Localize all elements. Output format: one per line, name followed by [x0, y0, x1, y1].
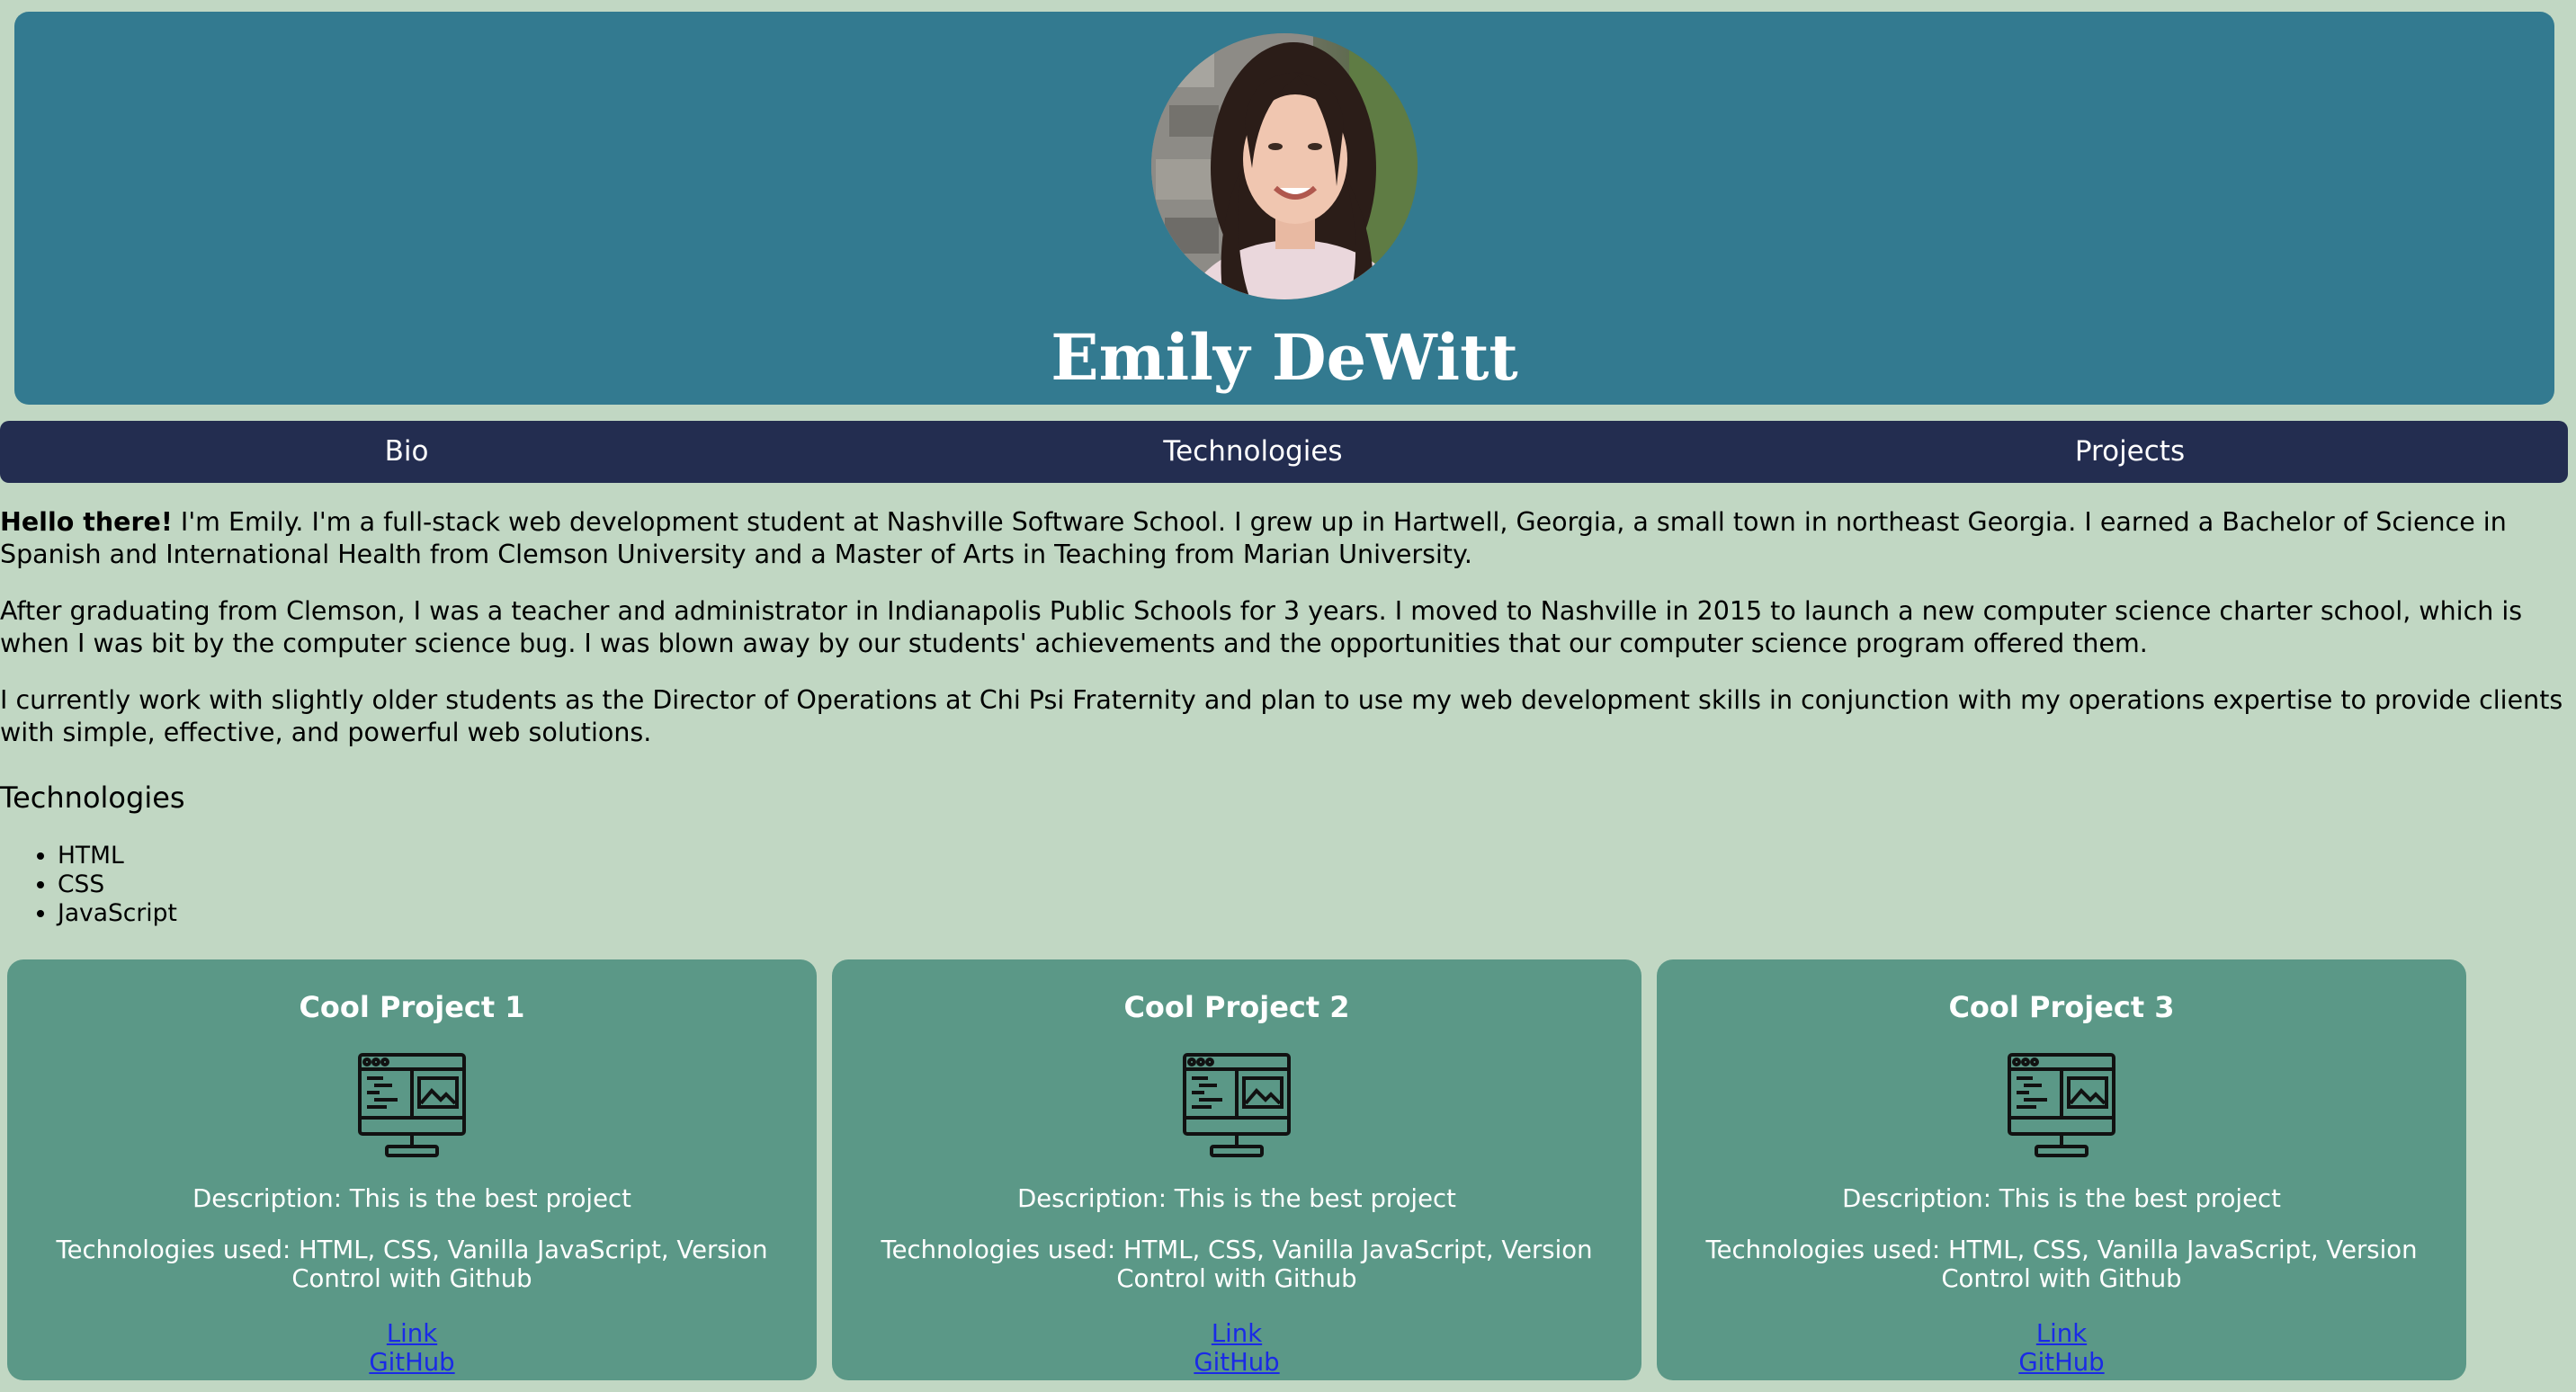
project-description: Description: This is the best project — [192, 1184, 631, 1213]
bio-paragraph-3: I currently work with slightly older stu… — [0, 685, 2563, 747]
computer-monitor-icon — [2008, 1053, 2115, 1157]
project-github-link[interactable]: GitHub — [369, 1348, 454, 1377]
computer-monitor-icon — [358, 1053, 466, 1157]
project-title: Cool Project 1 — [299, 990, 525, 1024]
bio-paragraph-1-text: I'm Emily. I'm a full-stack web developm… — [0, 507, 2507, 569]
project-github-link[interactable]: GitHub — [2018, 1348, 2104, 1377]
technology-item: HTML — [58, 842, 177, 870]
bio-greeting: Hello there! — [0, 507, 173, 537]
technology-item: CSS — [58, 870, 177, 899]
project-card-2: Cool Project 2 Description: This is the … — [832, 959, 1641, 1380]
bio-section: Hello there! I'm Emily. I'm a full-stack… — [0, 506, 2568, 773]
project-technologies: Technologies used: HTML, CSS, Vanilla Ja… — [1705, 1236, 2418, 1293]
computer-monitor-icon — [1183, 1053, 1291, 1157]
project-title: Cool Project 3 — [1948, 990, 2175, 1024]
project-link[interactable]: Link — [1212, 1319, 1262, 1348]
project-card-3: Cool Project 3 Description: This is the … — [1657, 959, 2466, 1380]
nav-link-bio[interactable]: Bio — [385, 421, 429, 483]
project-link[interactable]: Link — [387, 1319, 437, 1348]
main-navigation: Bio Technologies Projects — [0, 421, 2568, 483]
project-description: Description: This is the best project — [1842, 1184, 2281, 1213]
profile-photo — [1151, 33, 1418, 299]
bio-paragraph-1: Hello there! I'm Emily. I'm a full-stack… — [0, 506, 2568, 571]
technology-item: JavaScript — [58, 899, 177, 928]
nav-link-projects[interactable]: Projects — [2075, 421, 2185, 483]
project-card-1: Cool Project 1 Description: This is the … — [7, 959, 817, 1380]
project-description: Description: This is the best project — [1017, 1184, 1456, 1213]
project-links: Link GitHub — [832, 1319, 1641, 1377]
nav-link-technologies[interactable]: Technologies — [1163, 421, 1342, 483]
bio-paragraph-2: After graduating from Clemson, I was a t… — [0, 596, 2523, 658]
project-technologies: Technologies used: HTML, CSS, Vanilla Ja… — [56, 1236, 768, 1293]
project-technologies: Technologies used: HTML, CSS, Vanilla Ja… — [881, 1236, 1593, 1293]
project-github-link[interactable]: GitHub — [1194, 1348, 1279, 1377]
project-link[interactable]: Link — [2036, 1319, 2087, 1348]
project-links: Link GitHub — [7, 1319, 817, 1377]
technologies-heading: Technologies — [0, 781, 185, 815]
project-links: Link GitHub — [1657, 1319, 2466, 1377]
header-banner: Emily DeWitt — [14, 12, 2554, 405]
page-title: Emily DeWitt — [1051, 320, 1518, 395]
profile-photo-illustration — [1151, 33, 1418, 299]
technologies-list: HTML CSS JavaScript — [58, 842, 177, 928]
project-title: Cool Project 2 — [1123, 990, 1350, 1024]
